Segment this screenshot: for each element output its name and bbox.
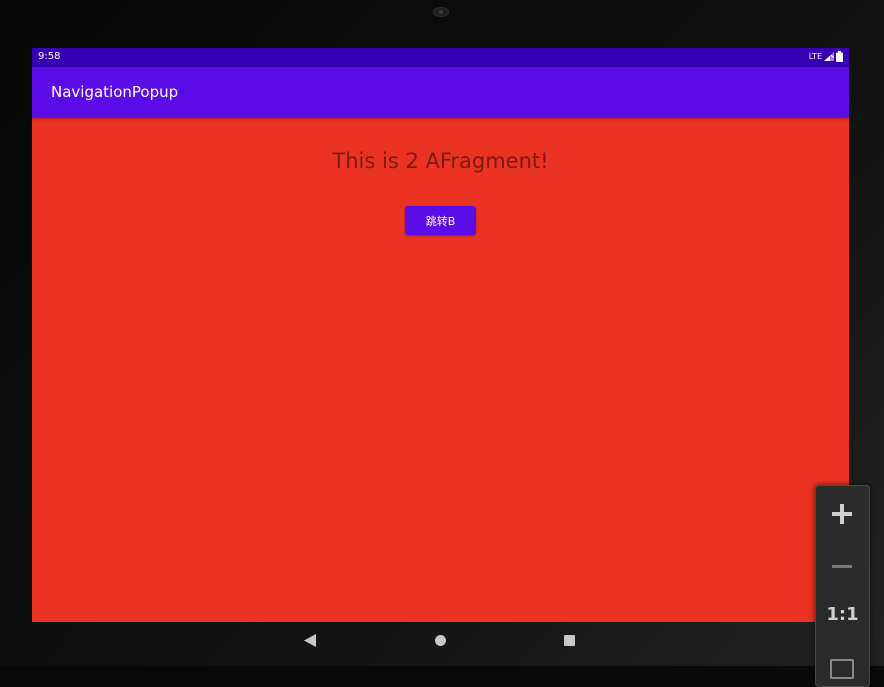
battery-icon	[836, 51, 843, 62]
app-title: NavigationPopup	[51, 83, 179, 101]
status-bar: 9:58 LTE	[32, 48, 849, 67]
navigation-bar	[0, 622, 884, 660]
zoom-reset-button[interactable]: 1:1	[816, 604, 869, 625]
recents-icon[interactable]	[564, 635, 575, 646]
plus-icon[interactable]	[830, 502, 854, 526]
signal-icon	[824, 52, 834, 61]
fit-screen-icon[interactable]	[830, 659, 854, 679]
network-type: LTE	[808, 52, 822, 61]
home-icon[interactable]	[435, 635, 446, 646]
fragment-message: This is 2 AFragment!	[332, 149, 549, 173]
jump-to-b-button[interactable]: 跳转B	[405, 206, 476, 235]
zoom-controls: 1:1	[815, 485, 870, 687]
device-frame: 9:58 LTE NavigationPopup This is 2 AFrag…	[0, 0, 884, 687]
back-icon[interactable]	[304, 634, 316, 647]
camera-icon	[433, 7, 449, 17]
fragment-content: This is 2 AFragment! 跳转B	[32, 118, 849, 622]
status-time: 9:58	[38, 51, 61, 62]
app-bar: NavigationPopup	[32, 67, 849, 118]
minus-icon[interactable]	[830, 558, 854, 574]
status-indicators: LTE	[809, 51, 843, 62]
app-screen: 9:58 LTE NavigationPopup This is 2 AFrag…	[32, 48, 849, 622]
